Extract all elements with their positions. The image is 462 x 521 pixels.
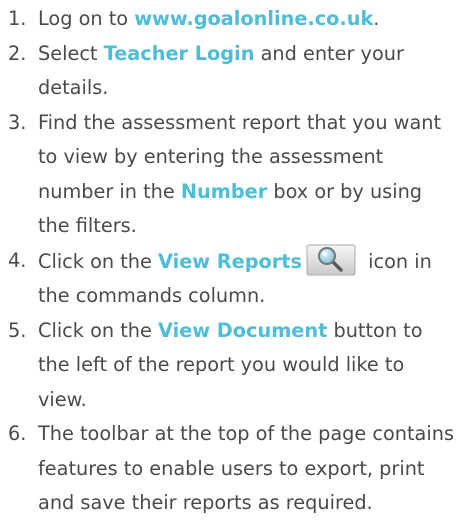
step-text: Log on to: [38, 7, 135, 30]
step-text: The toolbar at the top of the page conta…: [38, 422, 454, 514]
step-number: 1.: [8, 7, 27, 30]
step-number: 4.: [8, 248, 27, 272]
step-number: 3.: [8, 110, 27, 134]
view-reports-highlight: View Reports: [158, 249, 302, 273]
website-link[interactable]: www.goalonline.co.uk: [134, 7, 373, 30]
step-number: 5.: [8, 318, 27, 342]
teacher-login-highlight: Teacher Login: [103, 41, 255, 65]
step-text: Click on the: [38, 249, 158, 273]
step-1: 1. Log on to www.goalonline.co.uk.: [0, 2, 462, 37]
step-text: Select: [38, 41, 104, 65]
step-5: 5. Click on the View Document button to …: [0, 314, 462, 418]
step-text: .: [373, 7, 380, 30]
step-number: 2.: [8, 41, 27, 65]
number-box-highlight: Number: [180, 179, 268, 203]
step-3: 3. Find the assessment report that you w…: [0, 106, 462, 244]
step-6: 6. The toolbar at the top of the page co…: [0, 417, 462, 521]
step-4: 4. Click on the View Reports icon in the…: [0, 244, 462, 314]
step-number: 6.: [8, 422, 27, 445]
view-document-highlight: View Document: [158, 318, 328, 342]
view-reports-magnifier-icon: [306, 244, 356, 276]
step-text: Click on the: [38, 318, 158, 342]
step-2: 2. Select Teacher Login and enter your d…: [0, 37, 462, 106]
instruction-steps: 1. Log on to www.goalonline.co.uk. 2. Se…: [0, 2, 462, 521]
